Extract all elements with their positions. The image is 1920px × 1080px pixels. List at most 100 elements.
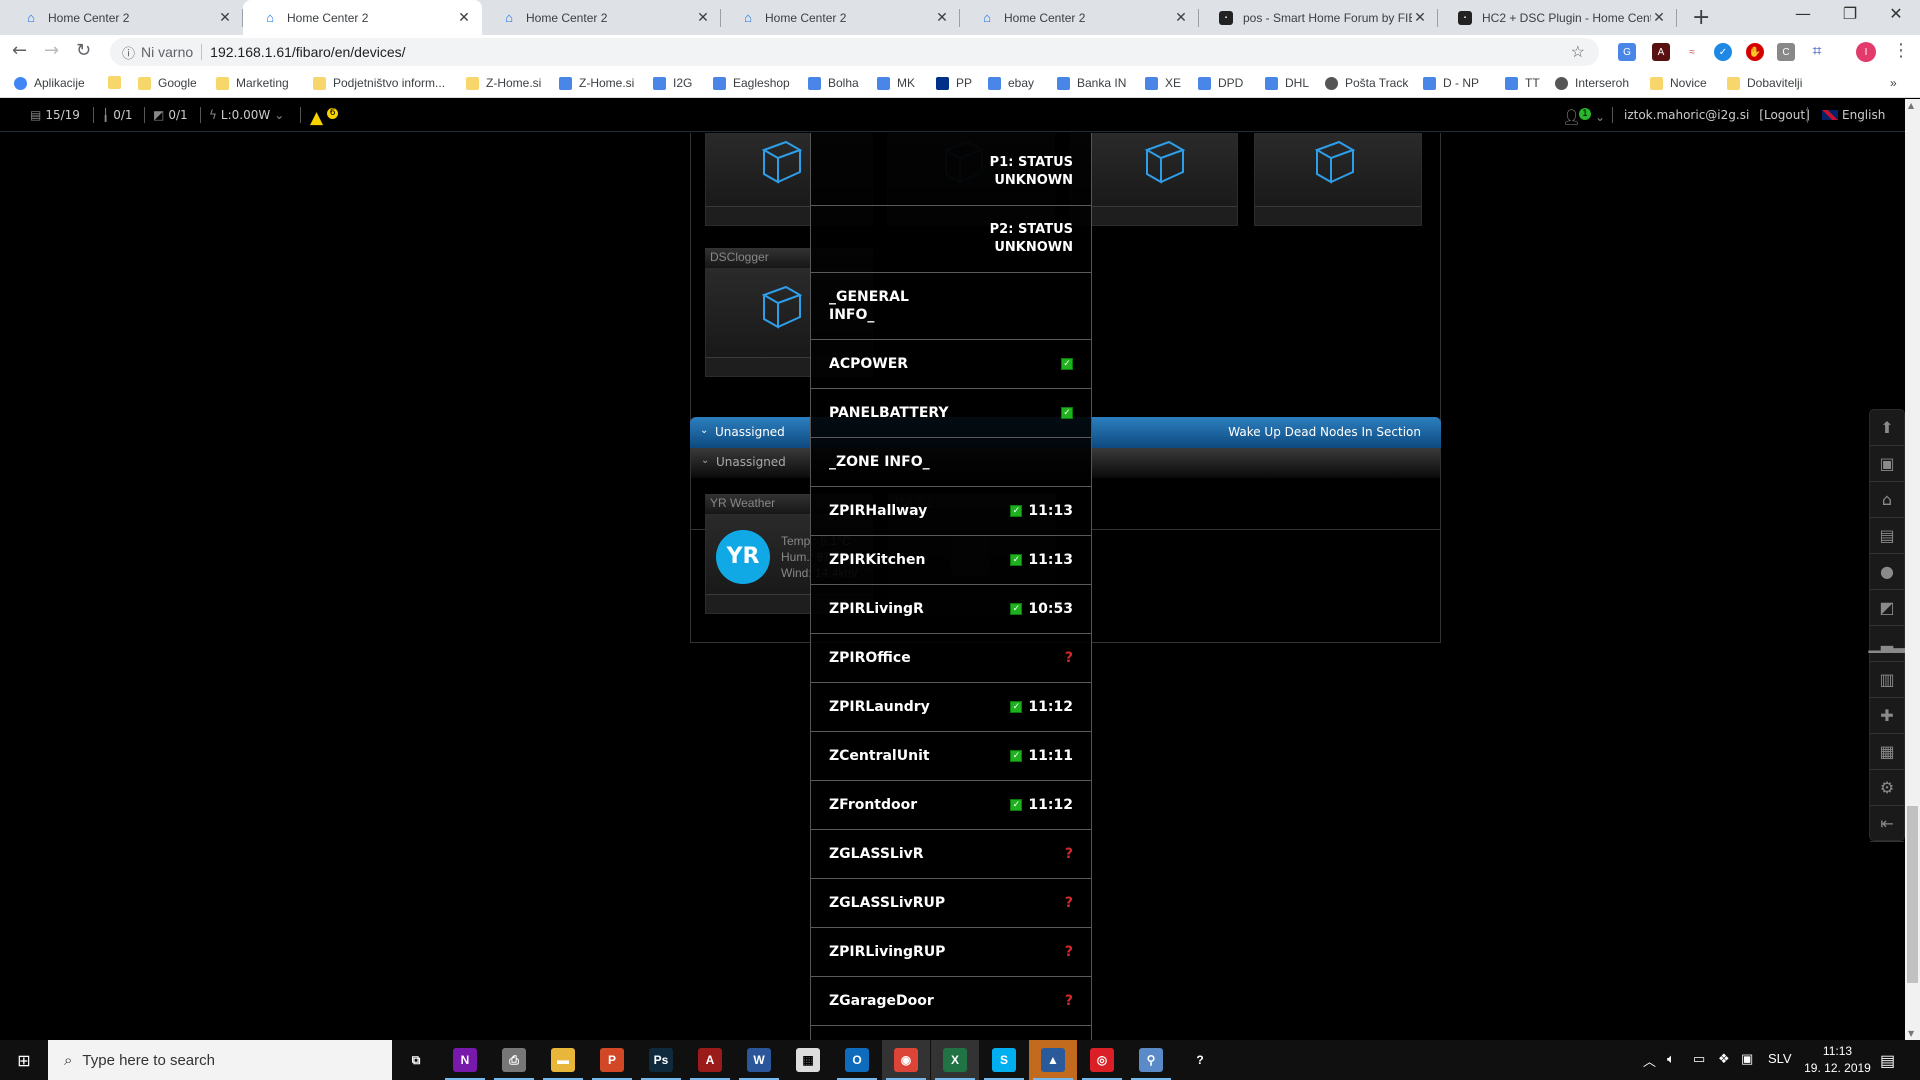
scenes-status[interactable]: ◩ 0/1 [153,108,188,122]
start-button[interactable]: ⊞ [0,1040,48,1080]
bookmark-item[interactable] [108,76,128,89]
power-status[interactable]: ϟ L:0.00W ⌄ [209,108,284,122]
logout-link[interactable]: [Logout] [1759,108,1809,122]
adblock-extension-icon[interactable]: ✋ [1746,43,1764,61]
calendar-icon[interactable]: ▦ [1870,734,1904,770]
volume-icon[interactable]: 🔈︎ [1667,1051,1675,1067]
close-tab-icon[interactable]: ✕ [1651,9,1667,26]
bookmark-item[interactable]: D - NP [1423,76,1479,90]
taskbar-app-chrome[interactable]: ◉ [882,1040,930,1080]
acrobat-extension-icon[interactable]: A [1652,43,1670,61]
warnings-status[interactable]: ▲ 6 [310,107,339,128]
blinds-status[interactable]: ▤ 15/19 [30,108,80,122]
wake-up-dead-nodes-button[interactable]: Wake Up Dead Nodes In Section [1228,425,1421,439]
input-language[interactable]: SLV [1768,1051,1792,1066]
bookmark-item[interactable]: Interseroh [1555,76,1629,90]
crop-extension-icon[interactable]: ⌗ [1808,43,1826,61]
profile-avatar[interactable]: I [1856,42,1876,62]
bookmark-item[interactable]: Marketing [216,76,289,90]
device-card[interactable] [1254,133,1422,226]
translate-extension-icon[interactable]: G [1618,43,1636,61]
taskbar-app-creative-cloud[interactable]: ◎ [1078,1040,1126,1080]
clock[interactable]: 11:13 19. 12. 2019 [1800,1043,1875,1077]
settings-icon[interactable]: ⚙ [1870,770,1904,806]
bookmark-item[interactable]: I2G [653,76,692,90]
forward-icon[interactable]: → [44,40,59,61]
bookmarks-more-button[interactable]: » [1890,76,1897,90]
taskbar-app-file-explorer[interactable]: ▬ [539,1040,587,1080]
taskbar-app-network-tool[interactable]: ⚲ [1127,1040,1175,1080]
minimize-button[interactable]: — [1783,4,1823,23]
battery-icon[interactable]: ▭ [1693,1051,1705,1067]
close-tab-icon[interactable]: ✕ [1173,9,1189,26]
taskbar-app-excel[interactable]: X [931,1040,979,1080]
lightbulb-icon[interactable]: ● [1870,554,1904,590]
taskbar-app-onenote[interactable]: N [441,1040,489,1080]
chart-icon[interactable]: ▁▃▂ [1869,626,1905,662]
bookmark-item[interactable]: Z-Home.si [559,76,634,90]
reload-icon[interactable]: ↻ [76,40,91,61]
bookmark-item[interactable]: TT [1505,76,1540,90]
c-extension-icon[interactable]: C [1777,43,1795,61]
taskbar-app-powerpoint[interactable]: P [588,1040,636,1080]
taskbar-app-photoshop[interactable]: Ps [637,1040,685,1080]
taskbar-app-outlook[interactable]: O [833,1040,881,1080]
color-extension-icon[interactable]: ≈ [1683,43,1701,61]
check-extension-icon[interactable]: ✓ [1714,43,1732,61]
bookmark-item[interactable]: Pošta Track [1325,76,1408,90]
scrollbar-thumb[interactable] [1907,806,1918,983]
taskbar-app-remote-app[interactable]: ▲ [1029,1040,1077,1080]
bookmark-item[interactable]: Banka IN [1057,76,1126,90]
users-status[interactable]: 👤︎ 1 ⌄ [1562,108,1605,126]
bookmark-item[interactable]: DPD [1198,76,1243,90]
bookmark-item[interactable]: Bolha [808,76,859,90]
bookmark-item[interactable]: DHL [1265,76,1309,90]
taskbar-app-help[interactable]: ? [1176,1040,1224,1080]
close-window-button[interactable]: ✕ [1876,4,1916,23]
scroll-down-arrow[interactable]: ▼ [1908,1029,1914,1038]
plugs-status[interactable]: ╽ 0/1 [102,108,133,122]
taskbar-app-acrobat[interactable]: A [686,1040,734,1080]
arrow-up-icon[interactable]: ⬆ [1870,410,1904,446]
logout-icon[interactable]: ⇤ [1870,806,1904,842]
devices-icon[interactable]: ▤ [1870,518,1904,554]
device-card[interactable] [1070,133,1238,226]
dropbox-icon[interactable]: ❖ [1718,1051,1730,1067]
info-icon[interactable]: ⓘ [122,43,135,62]
home-icon[interactable]: ⌂ [1870,482,1904,518]
browser-tab[interactable]: ⌂ Home Center 2 ✕ [721,0,960,35]
taskbar-app-task-view[interactable]: ⧉ [392,1040,440,1080]
close-tab-icon[interactable]: ✕ [217,9,233,26]
browser-tab[interactable]: ⌂ Home Center 2 ✕ [482,0,721,35]
plugins-icon[interactable]: ✚ [1870,698,1904,734]
back-icon[interactable]: ← [12,40,27,61]
close-tab-icon[interactable]: ✕ [695,9,711,26]
browser-tab[interactable]: ⌂ Home Center 2 ✕ [4,0,243,35]
save-icon[interactable]: ▣ [1870,446,1904,482]
close-tab-icon[interactable]: ✕ [1412,9,1428,26]
browser-tab[interactable]: ▪ HC2 + DSC Plugin - Home Cente ✕ [1438,0,1677,35]
new-tab-button[interactable]: + [1692,5,1710,30]
taskbar-app-calculator[interactable]: ▦ [784,1040,832,1080]
browser-tab[interactable]: ⌂ Home Center 2 ✕ [960,0,1199,35]
page-scrollbar[interactable]: ▲ ▼ [1905,99,1920,1040]
language-selector[interactable]: English [1822,108,1885,122]
close-tab-icon[interactable]: ✕ [456,9,472,26]
tray-overflow-icon[interactable]: ︿ [1643,1051,1656,1070]
bookmark-item[interactable]: Eagleshop [713,76,790,90]
taskbar-app-skype[interactable]: S [980,1040,1028,1080]
bookmark-item[interactable]: XE [1145,76,1181,90]
taskbar-search-box[interactable]: ⌕ Type here to search [48,1040,392,1080]
browser-tab[interactable]: ▪ pos - Smart Home Forum by FIBA ✕ [1199,0,1438,35]
bookmark-item[interactable]: MK [877,76,915,90]
bookmark-item[interactable]: Google [138,76,197,90]
bookmark-star-icon[interactable]: ☆ [1571,42,1585,62]
scenes-icon[interactable]: ◩ [1870,590,1904,626]
bookmark-item[interactable]: Aplikacije [14,76,85,90]
bookmark-item[interactable]: PP [936,76,972,90]
menu-kebab-icon[interactable]: ⋮ [1892,40,1910,61]
close-tab-icon[interactable]: ✕ [934,9,950,26]
bookmark-item[interactable]: Podjetništvo inform... [313,76,445,90]
bookmark-item[interactable]: ebay [988,76,1034,90]
bookmark-item[interactable]: Z-Home.si [466,76,541,90]
